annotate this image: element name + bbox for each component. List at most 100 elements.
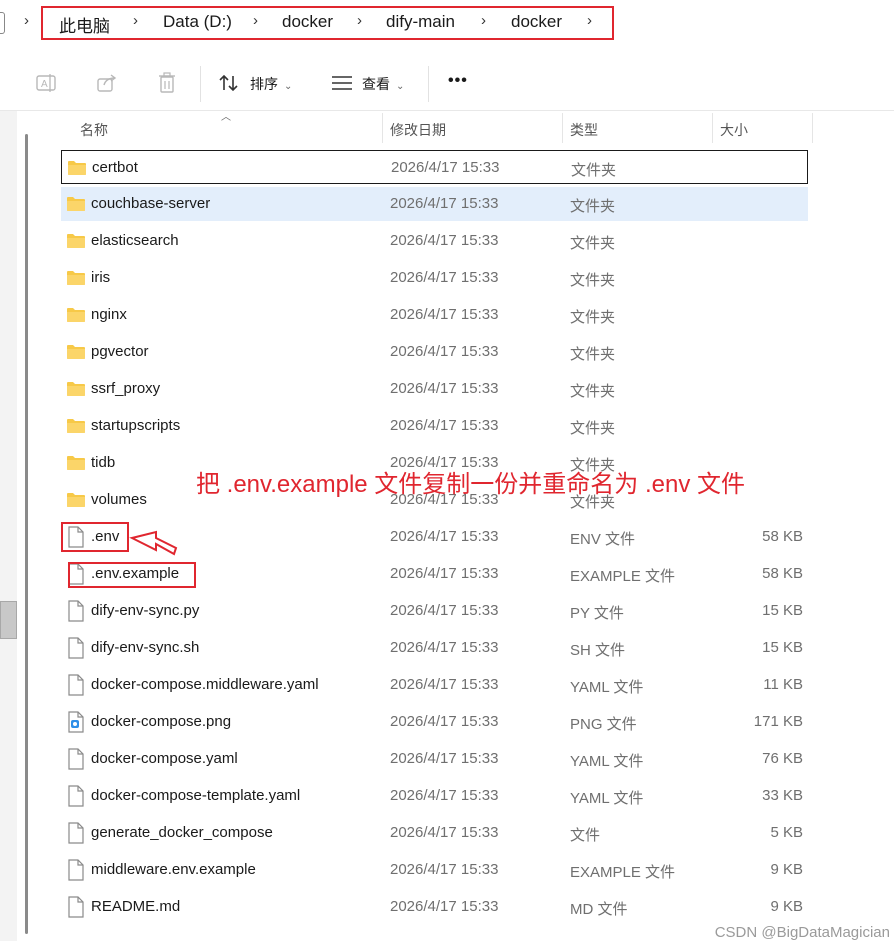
file-type: YAML 文件 bbox=[570, 790, 644, 807]
share-icon[interactable] bbox=[96, 72, 118, 94]
file-row[interactable]: nginx 2026/4/17 15:33 文件夹 bbox=[61, 298, 808, 332]
file-icon bbox=[67, 600, 87, 622]
file-row[interactable]: elasticsearch 2026/4/17 15:33 文件夹 bbox=[61, 224, 808, 258]
breadcrumb-docker[interactable]: docker bbox=[282, 12, 333, 32]
view-icon[interactable] bbox=[331, 72, 353, 94]
pane-toggle-icon[interactable] bbox=[0, 12, 5, 34]
file-row[interactable]: docker-compose-template.yaml 2026/4/17 15… bbox=[61, 779, 808, 813]
file-row[interactable]: docker-compose.middleware.yaml 2026/4/17 … bbox=[61, 668, 808, 702]
chevron-right-icon[interactable]: › bbox=[133, 12, 138, 29]
file-type: PY 文件 bbox=[570, 605, 624, 622]
file-date: 2026/4/17 15:33 bbox=[391, 159, 500, 176]
sort-ascending-icon: ︿ bbox=[221, 112, 231, 123]
file-name: README.md bbox=[91, 898, 181, 915]
folder-icon bbox=[67, 159, 87, 177]
file-type: 文件夹 bbox=[570, 272, 616, 289]
file-icon bbox=[67, 674, 87, 696]
breadcrumb-docker-current[interactable]: docker bbox=[511, 12, 562, 32]
file-type: 文件夹 bbox=[570, 235, 616, 252]
folder-icon bbox=[66, 491, 86, 509]
folder-icon bbox=[66, 380, 86, 398]
column-divider[interactable] bbox=[382, 113, 383, 143]
folder-icon bbox=[66, 232, 86, 250]
chevron-right-icon[interactable]: › bbox=[481, 12, 486, 29]
file-row[interactable]: startupscripts 2026/4/17 15:33 文件夹 bbox=[61, 409, 808, 443]
chevron-down-icon: ⌄ bbox=[396, 81, 405, 92]
file-size: 15 KB bbox=[762, 639, 803, 656]
column-header-name[interactable]: 名称 bbox=[80, 120, 108, 140]
chevron-down-icon: ⌄ bbox=[284, 81, 293, 92]
file-name: ssrf_proxy bbox=[91, 380, 161, 397]
env-highlight-box bbox=[61, 522, 129, 552]
file-date: 2026/4/17 15:33 bbox=[390, 343, 499, 360]
file-row[interactable]: generate_docker_compose 2026/4/17 15:33 文件… bbox=[61, 816, 808, 850]
file-name: startupscripts bbox=[91, 417, 181, 434]
delete-icon[interactable] bbox=[156, 72, 178, 94]
file-date: 2026/4/17 15:33 bbox=[390, 195, 499, 212]
watermark: CSDN @BigDataMagician bbox=[714, 924, 890, 941]
file-row[interactable]: docker-compose.yaml 2026/4/17 15:33 YAML 文… bbox=[61, 742, 808, 776]
folder-icon bbox=[66, 306, 86, 324]
file-name: docker-compose.yaml bbox=[91, 750, 238, 767]
chevron-right-icon[interactable]: › bbox=[357, 12, 362, 29]
file-size: 58 KB bbox=[762, 565, 803, 582]
file-name: generate_docker_compose bbox=[91, 824, 273, 841]
file-icon bbox=[67, 785, 87, 807]
file-row[interactable]: ssrf_proxy 2026/4/17 15:33 文件夹 bbox=[61, 372, 808, 406]
annotation-text: 把 .env.example 文件复制一份并重命名为 .env 文件 bbox=[196, 471, 745, 498]
file-icon bbox=[67, 896, 87, 918]
file-row[interactable]: docker-compose.png 2026/4/17 15:33 PNG 文件 1… bbox=[61, 705, 808, 739]
breadcrumb-data-drive[interactable]: Data (D:) bbox=[163, 12, 232, 32]
file-date: 2026/4/17 15:33 bbox=[390, 269, 499, 286]
file-row[interactable]: dify-env-sync.sh 2026/4/17 15:33 SH 文件 15 K… bbox=[61, 631, 808, 665]
navigation-pane[interactable] bbox=[0, 111, 17, 941]
file-row[interactable]: certbot 2026/4/17 15:33 文件夹 bbox=[61, 150, 808, 184]
file-type: EXAMPLE 文件 bbox=[570, 864, 676, 881]
file-row[interactable]: middleware.env.example 2026/4/17 15:33 EXA… bbox=[61, 853, 808, 887]
file-date: 2026/4/17 15:33 bbox=[390, 898, 499, 915]
file-name: pgvector bbox=[91, 343, 149, 360]
file-row[interactable]: pgvector 2026/4/17 15:33 文件夹 bbox=[61, 335, 808, 369]
file-date: 2026/4/17 15:33 bbox=[390, 713, 499, 730]
file-date: 2026/4/17 15:33 bbox=[390, 861, 499, 878]
chevron-right-icon[interactable]: › bbox=[253, 12, 258, 29]
column-header-type[interactable]: 类型 bbox=[570, 120, 598, 140]
column-header-date[interactable]: 修改日期 bbox=[390, 120, 446, 140]
image-file-icon bbox=[67, 711, 87, 733]
folder-icon bbox=[66, 417, 86, 435]
breadcrumb-this-pc[interactable]: 此电脑 bbox=[59, 12, 110, 37]
file-icon bbox=[67, 859, 87, 881]
view-button[interactable]: 查看 ⌄ bbox=[362, 74, 404, 94]
chevron-right-icon[interactable]: › bbox=[587, 12, 592, 29]
file-type: ENV 文件 bbox=[570, 531, 636, 548]
sort-button[interactable]: 排序 ⌄ bbox=[250, 74, 292, 94]
file-row[interactable]: iris 2026/4/17 15:33 文件夹 bbox=[61, 261, 808, 295]
file-date: 2026/4/17 15:33 bbox=[390, 565, 499, 582]
file-list-scrollbar[interactable] bbox=[25, 134, 28, 934]
column-header-size[interactable]: 大小 bbox=[720, 120, 748, 140]
file-type: 文件夹 bbox=[570, 346, 616, 363]
file-size: 33 KB bbox=[762, 787, 803, 804]
navigation-pane-scrollbar-thumb[interactable] bbox=[0, 601, 17, 639]
view-label: 查看 bbox=[362, 76, 390, 92]
column-divider[interactable] bbox=[562, 113, 563, 143]
file-name: docker-compose.png bbox=[91, 713, 232, 730]
rename-icon[interactable]: A bbox=[36, 72, 58, 94]
file-row[interactable]: README.md 2026/4/17 15:33 MD 文件 9 KB bbox=[61, 890, 808, 924]
chevron-right-icon[interactable]: › bbox=[24, 12, 29, 29]
sort-icon[interactable] bbox=[218, 72, 240, 94]
column-divider[interactable] bbox=[712, 113, 713, 143]
file-type: 文件夹 bbox=[571, 162, 617, 179]
file-icon bbox=[67, 637, 87, 659]
file-size: 9 KB bbox=[770, 898, 803, 915]
file-name: iris bbox=[91, 269, 111, 286]
column-divider[interactable] bbox=[812, 113, 813, 143]
file-row[interactable]: dify-env-sync.py 2026/4/17 15:33 PY 文件 15 K… bbox=[61, 594, 808, 628]
command-bar bbox=[0, 57, 894, 111]
file-date: 2026/4/17 15:33 bbox=[390, 824, 499, 841]
more-options-button[interactable]: ••• bbox=[448, 72, 468, 90]
file-row[interactable]: couchbase-server 2026/4/17 15:33 文件夹 bbox=[61, 187, 808, 221]
file-type: 文件夹 bbox=[570, 198, 616, 215]
breadcrumb-dify-main[interactable]: dify-main bbox=[386, 12, 455, 32]
file-type: YAML 文件 bbox=[570, 753, 644, 770]
